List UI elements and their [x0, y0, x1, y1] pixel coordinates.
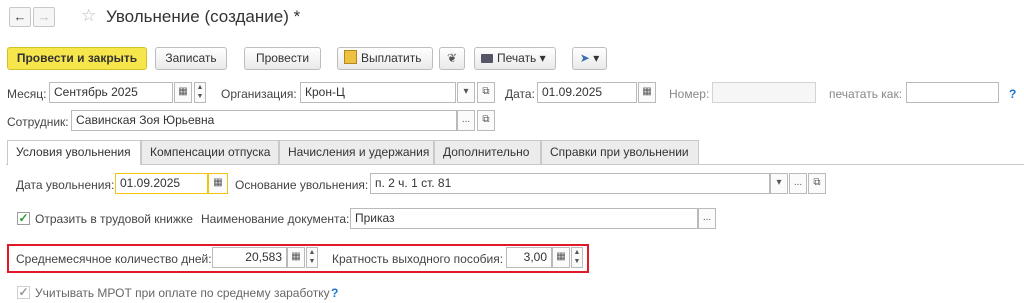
chevron-down-icon: ▾	[776, 177, 782, 188]
org-dropdown-button[interactable]: ▾	[457, 82, 475, 103]
document-icon	[344, 50, 357, 64]
calculator-button[interactable]: ▦	[552, 247, 570, 268]
month-stepper[interactable]: ▲ ▼	[194, 82, 206, 103]
dismissal-date-label: Дата увольнения:	[16, 178, 115, 192]
basis-field[interactable]: п. 2 ч. 1 ст. 81	[370, 173, 770, 194]
employee-select-button[interactable]: ...	[457, 110, 475, 131]
calculator-icon: ▦	[291, 251, 301, 262]
number-field[interactable]	[712, 82, 816, 103]
arrow-left-icon: ←	[13, 9, 27, 24]
calendar-icon: ▦	[178, 86, 188, 97]
tab-vacation-compensation[interactable]: Компенсации отпуска	[141, 140, 279, 164]
basis-open-button[interactable]: ⧉	[808, 173, 826, 194]
multiplicity-field[interactable]: 3,00	[506, 247, 552, 268]
back-button[interactable]: ←	[9, 7, 31, 27]
multiplicity-stepper[interactable]: ▲ ▼	[571, 247, 583, 268]
more-actions-button[interactable]: ➤ ▾	[572, 47, 607, 70]
help-icon[interactable]: ?	[1009, 87, 1016, 101]
doc-name-label: Наименование документа:	[201, 212, 350, 226]
workbook-label: Отразить в трудовой книжке	[35, 212, 193, 226]
calculator-button[interactable]: ▦	[287, 247, 305, 268]
pay-button-label: Выплатить	[361, 51, 422, 65]
mrot-label: Учитывать МРОТ при оплате по среднему за…	[35, 286, 330, 300]
doc-name-field[interactable]: Приказ	[350, 208, 698, 229]
basis-dropdown-button[interactable]: ▾	[770, 173, 788, 194]
workbook-checkbox[interactable]: ✓	[17, 212, 30, 225]
print-as-field[interactable]	[906, 82, 999, 103]
tab-accruals-deductions[interactable]: Начисления и удержания	[279, 140, 434, 164]
date-calendar-button[interactable]: ▦	[638, 82, 656, 103]
chevron-down-icon: ▾	[593, 51, 600, 65]
org-label: Организация:	[221, 87, 297, 101]
print-as-label: печатать как:	[829, 87, 903, 101]
calculator-icon: ▦	[556, 251, 566, 262]
star-icon[interactable]: ☆	[81, 6, 96, 26]
dismissal-date-calendar-button[interactable]: ▦	[208, 173, 228, 194]
save-button[interactable]: Записать	[155, 47, 227, 70]
basis-label: Основание увольнения:	[235, 178, 369, 192]
org-open-button[interactable]: ⧉	[477, 82, 495, 103]
pay-button[interactable]: Выплатить	[337, 47, 433, 70]
post-and-close-button[interactable]: Провести и закрыть	[7, 47, 147, 70]
employee-label: Сотрудник:	[7, 115, 69, 129]
basis-select-button[interactable]: ...	[789, 173, 807, 194]
dismissal-date-field[interactable]: 01.09.2025	[115, 173, 208, 194]
org-field[interactable]: Крон-Ц	[300, 82, 456, 103]
mrot-checkbox[interactable]: ✓	[17, 286, 30, 299]
printer-icon	[481, 54, 493, 63]
print-button[interactable]: Печать ▾	[474, 47, 556, 70]
month-field[interactable]: Сентябрь 2025	[49, 82, 173, 103]
employee-open-button[interactable]: ⧉	[477, 110, 495, 131]
chevron-down-icon: ▾	[539, 51, 546, 65]
date-label: Дата:	[505, 87, 535, 101]
tab-certificates[interactable]: Справки при увольнении	[541, 140, 699, 164]
month-label: Месяц:	[7, 87, 47, 101]
number-label: Номер:	[669, 87, 710, 101]
arrow-right-icon: →	[37, 9, 51, 24]
avg-days-field[interactable]: 20,583	[212, 247, 287, 268]
chevron-down-icon: ▾	[463, 86, 469, 97]
open-icon: ⧉	[813, 177, 821, 188]
calendar-icon: ▦	[213, 177, 223, 188]
avg-days-label: Среднемесячное количество дней:	[16, 252, 212, 266]
open-icon: ⧉	[482, 86, 490, 97]
open-icon: ⧉	[482, 114, 490, 125]
calendar-button[interactable]: ▦	[174, 82, 192, 103]
avg-days-stepper[interactable]: ▲ ▼	[306, 247, 318, 268]
multiplicity-label: Кратность выходного пособия:	[332, 252, 504, 266]
attach-button[interactable]: ❦	[439, 47, 465, 70]
forward-button[interactable]: →	[33, 7, 55, 27]
print-button-label: Печать	[497, 51, 537, 65]
tab-separator	[6, 164, 1024, 165]
date-field[interactable]: 01.09.2025	[537, 82, 637, 103]
tab-dismissal-conditions[interactable]: Условия увольнения	[7, 140, 141, 165]
employee-field[interactable]: Савинская Зоя Юрьевна	[71, 110, 457, 131]
arrow-right-icon: ➤	[579, 51, 590, 65]
post-button[interactable]: Провести	[244, 47, 321, 70]
help-icon[interactable]: ?	[331, 286, 338, 300]
paperclip-icon: ❦	[446, 51, 458, 65]
calendar-icon: ▦	[642, 86, 652, 97]
doc-name-select-button[interactable]: ...	[698, 208, 716, 229]
tab-additional[interactable]: Дополнительно	[434, 140, 541, 164]
window-title: Увольнение (создание) *	[106, 7, 301, 26]
